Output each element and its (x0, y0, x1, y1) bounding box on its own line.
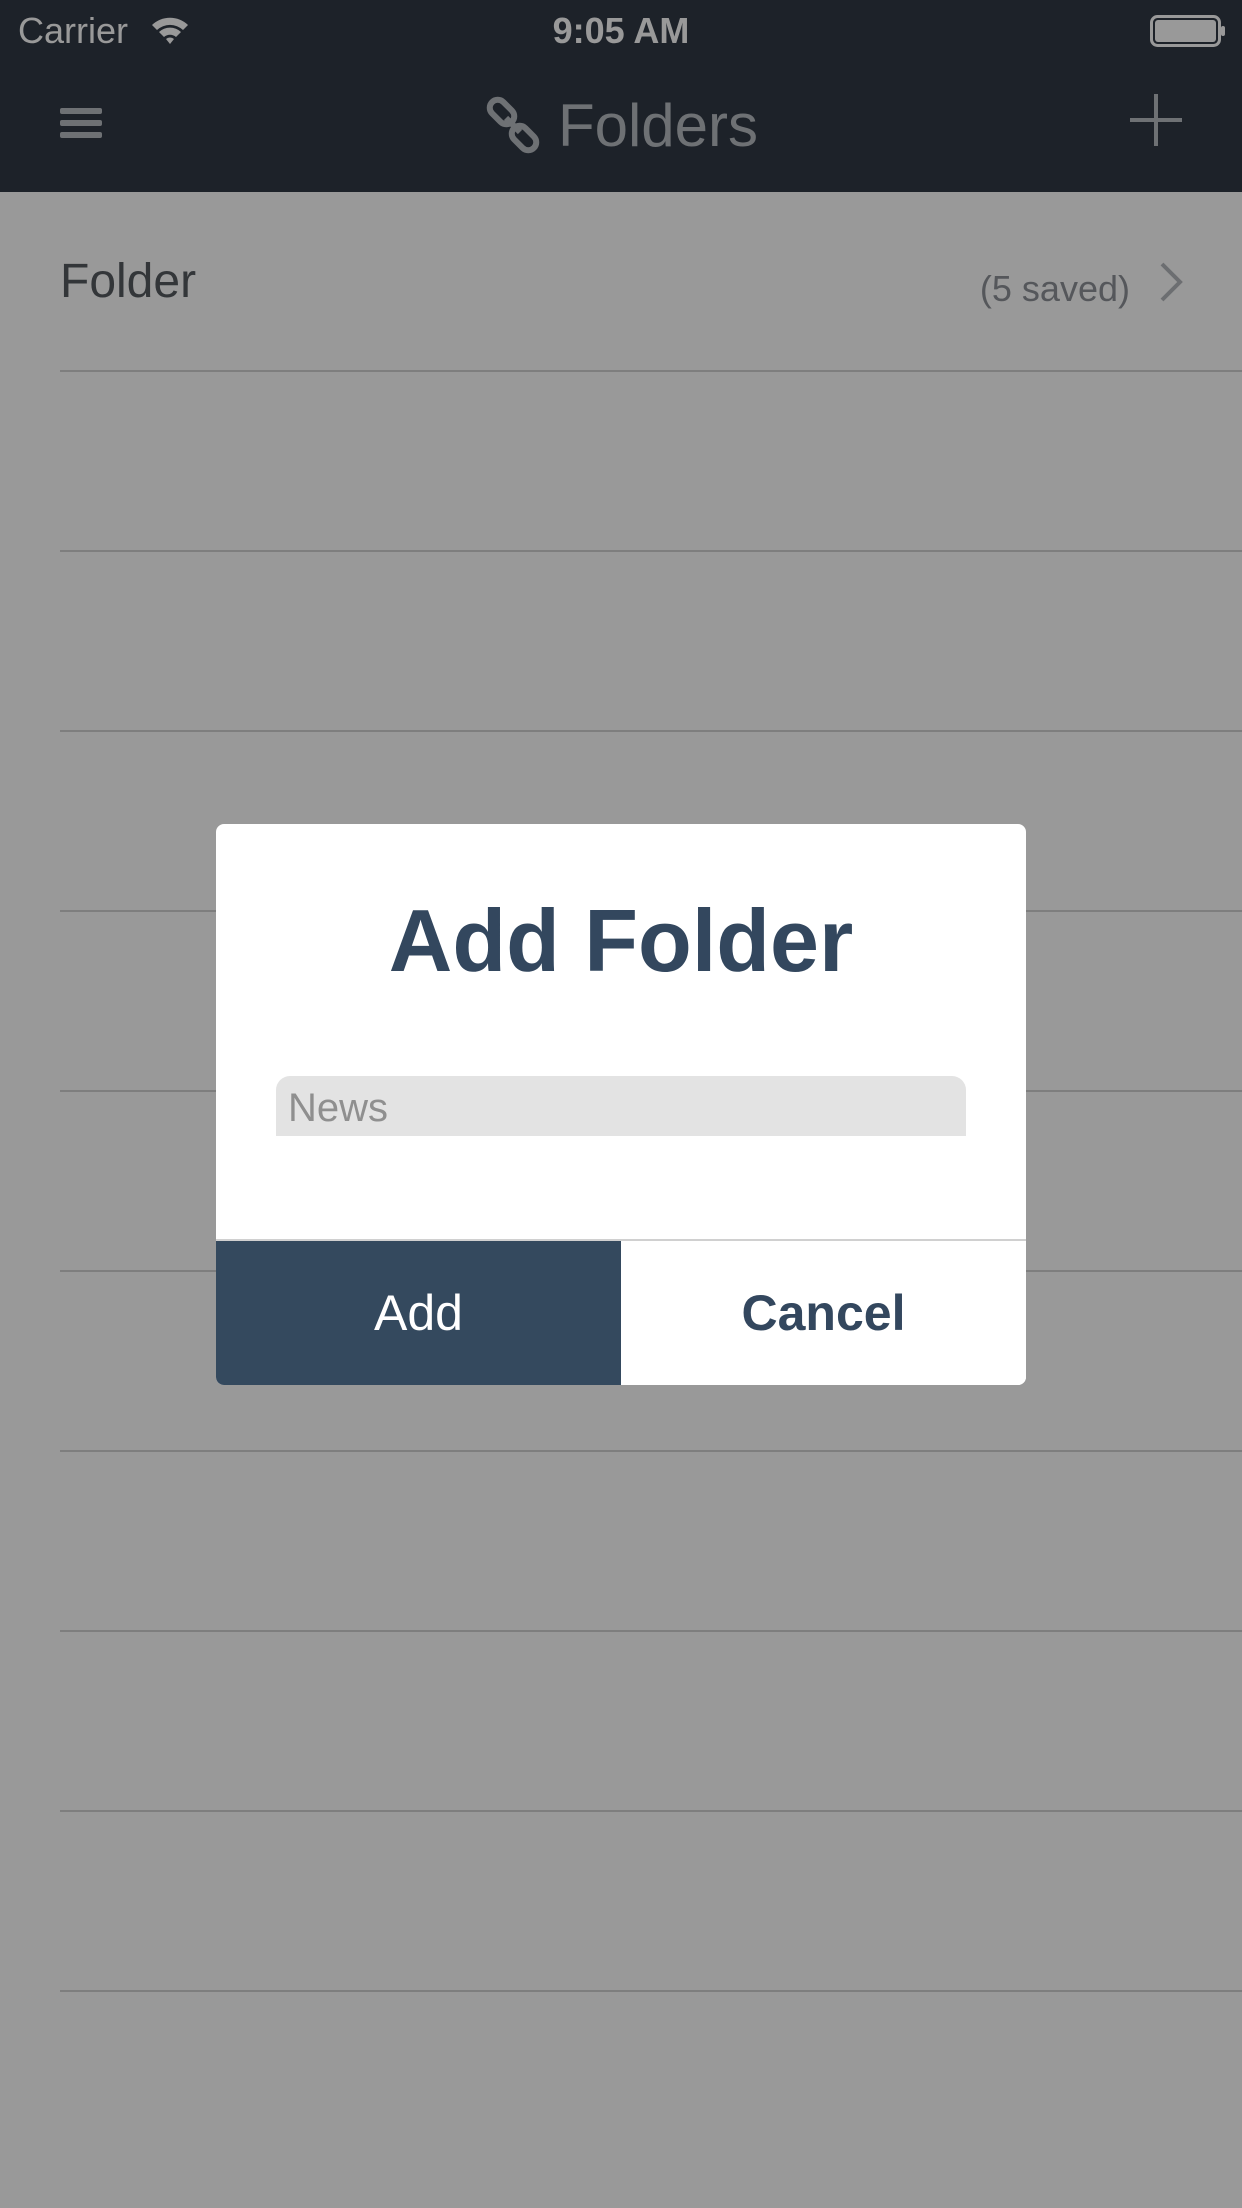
folder-name-input[interactable] (276, 1076, 966, 1136)
dialog-title: Add Folder (388, 891, 854, 990)
cancel-button[interactable]: Cancel (621, 1241, 1026, 1385)
add-folder-dialog: Add Folder Add Cancel (216, 824, 1026, 1385)
add-button[interactable]: Add (216, 1241, 621, 1385)
